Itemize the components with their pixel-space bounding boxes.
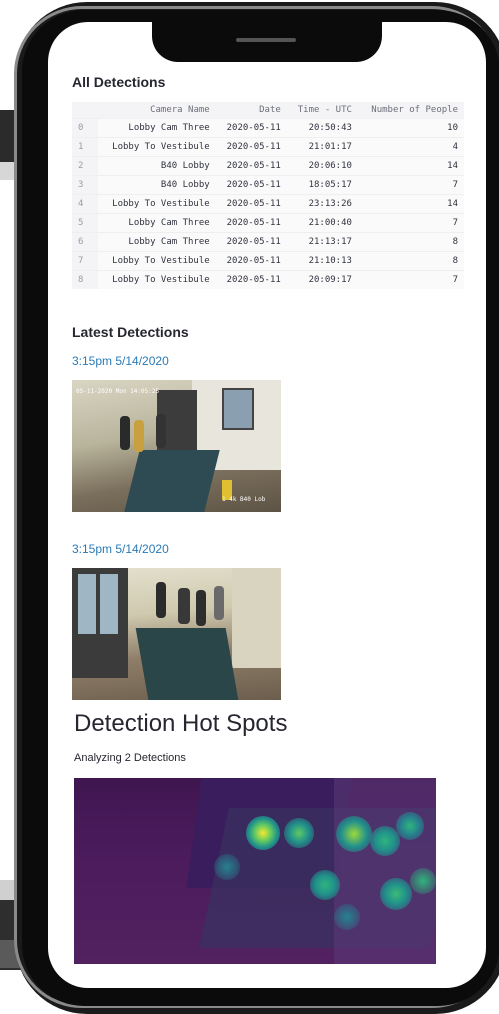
table-cell: B40 Lobby	[98, 175, 216, 195]
table-cell: 2020-05-11	[215, 270, 287, 289]
table-cell: Lobby To Vestibule	[98, 137, 216, 157]
table-cell: 2020-05-11	[215, 175, 287, 195]
hot-spots-title: Detection Hot Spots	[74, 710, 288, 737]
latest-timestamp-1[interactable]: 3:15pm 5/14/2020	[72, 354, 169, 368]
table-cell: 20:06:10	[286, 156, 358, 176]
table-row[interactable]: 4 Lobby To Vestibule 2020-05-11 23:13:26 14	[72, 194, 464, 214]
detection-image-1: 05-11-2020 Mon 14:05:25 1 4k B40 Lob	[72, 380, 281, 512]
table-row[interactable]: 3 B40 Lobby 2020-05-11 18:05:17 7	[72, 175, 464, 195]
phone-screen: All Detections Camera Name Date Time - UTC…	[48, 22, 486, 988]
latest-timestamp-2[interactable]: 3:15pm 5/14/2020	[72, 542, 169, 556]
table-cell: 21:10:13	[286, 251, 358, 271]
table-row[interactable]: 0 Lobby Cam Three 2020-05-11 20:50:43 10	[72, 118, 464, 138]
table-cell: 2020-05-11	[215, 137, 287, 157]
phone-notch	[152, 22, 382, 62]
table-cell: 20:50:43	[286, 118, 358, 138]
table-cell: 7	[357, 175, 464, 195]
table-cell: 7	[357, 213, 464, 233]
latest-detections-title: Latest Detections	[72, 324, 189, 340]
camera-overlay-text: 05-11-2020 Mon 14:05:25	[76, 388, 160, 395]
table-row-index: 4	[72, 194, 98, 214]
table-cell: 2020-05-11	[215, 213, 287, 233]
table-row-index: 6	[72, 232, 98, 252]
camera-corner-label: 1 4k B40 Lob	[222, 496, 266, 503]
table-row-index: 7	[72, 251, 98, 271]
table-cell: 21:00:40	[286, 213, 358, 233]
table-cell: Lobby To Vestibule	[98, 251, 216, 271]
table-index-header	[72, 102, 98, 119]
table-row-index: 2	[72, 156, 98, 176]
table-cell: Lobby To Vestibule	[98, 270, 216, 289]
table-row[interactable]: 7 Lobby To Vestibule 2020-05-11 21:10:13 8	[72, 251, 464, 271]
table-row[interactable]: 5 Lobby Cam Three 2020-05-11 21:00:40 7	[72, 213, 464, 233]
table-cell: 8	[357, 251, 464, 271]
table-row[interactable]: 1 Lobby To Vestibule 2020-05-11 21:01:17 4	[72, 137, 464, 157]
table-column-header[interactable]: Number of People	[357, 102, 464, 119]
table-cell: 20:09:17	[286, 270, 358, 289]
table-column-header[interactable]: Camera Name	[98, 102, 216, 119]
table-cell: 14	[357, 156, 464, 176]
table-row[interactable]: 2 B40 Lobby 2020-05-11 20:06:10 14	[72, 156, 464, 176]
table-column-header[interactable]: Date	[215, 102, 287, 119]
table-cell: 14	[357, 194, 464, 214]
table-row-index: 8	[72, 270, 98, 289]
table-cell: 2020-05-11	[215, 156, 287, 176]
table-cell: 7	[357, 270, 464, 289]
table-cell: 10	[357, 118, 464, 138]
table-cell: Lobby To Vestibule	[98, 194, 216, 214]
table-row[interactable]: 8 Lobby To Vestibule 2020-05-11 20:09:17 7	[72, 270, 464, 289]
detection-image-2	[72, 568, 281, 700]
analyzing-caption: Analyzing 2 Detections	[74, 752, 186, 764]
table-cell: 4	[357, 137, 464, 157]
table-column-header[interactable]: Time - UTC	[286, 102, 358, 119]
table-cell: Lobby Cam Three	[98, 118, 216, 138]
heatmap-image	[74, 778, 436, 964]
table-row-index: 0	[72, 118, 98, 138]
table-cell: 21:13:17	[286, 232, 358, 252]
all-detections-title: All Detections	[72, 74, 166, 90]
table-cell: Lobby Cam Three	[98, 213, 216, 233]
table-cell: Lobby Cam Three	[98, 232, 216, 252]
table-cell: 2020-05-11	[215, 194, 287, 214]
table-row[interactable]: 6 Lobby Cam Three 2020-05-11 21:13:17 8	[72, 232, 464, 252]
table-cell: 8	[357, 232, 464, 252]
table-row-index: 1	[72, 137, 98, 157]
table-row-index: 3	[72, 175, 98, 195]
table-cell: 2020-05-11	[215, 232, 287, 252]
table-cell: 2020-05-11	[215, 251, 287, 271]
detections-table[interactable]: Camera Name Date Time - UTC Number of Peopl…	[72, 102, 464, 289]
table-cell: 18:05:17	[286, 175, 358, 195]
table-cell: 2020-05-11	[215, 118, 287, 138]
speaker-icon	[236, 38, 296, 42]
table-cell: B40 Lobby	[98, 156, 216, 176]
table-cell: 23:13:26	[286, 194, 358, 214]
table-cell: 21:01:17	[286, 137, 358, 157]
table-row-index: 5	[72, 213, 98, 233]
